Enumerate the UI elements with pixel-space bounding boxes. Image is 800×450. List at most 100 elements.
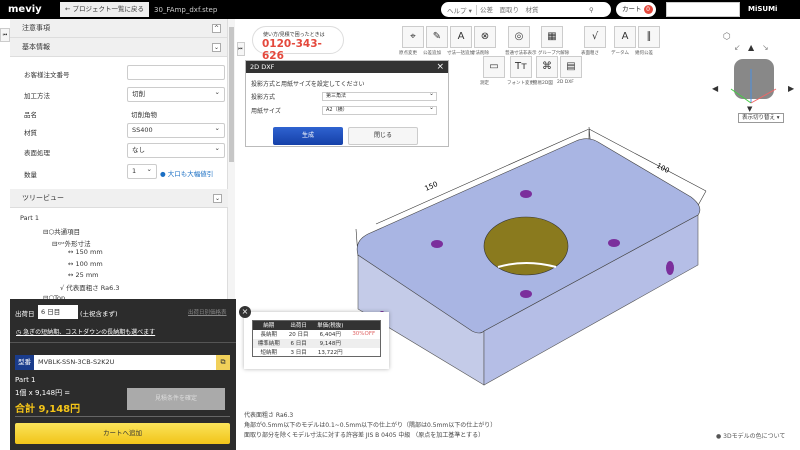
lead-time-price-table: 納期 出荷日 単価(税抜) 長納期 20 日目 6,404円 30%OFF 標準納期 6 日… [252,320,381,357]
confirm-quote-button[interactable]: 見積条件を確定 [127,388,225,410]
process-select[interactable]: 切削 [127,86,225,102]
tree-item[interactable]: √ 代表面粗さ Ra6.3 [60,282,119,292]
cell: 9,148円 [312,338,348,348]
tree-label: 150 mm [75,248,103,256]
search-bar: ヘルプ ▾ ⚲ [441,2,611,17]
svg-text:⬡: ⬡ [723,32,731,42]
svg-text:▼: ▼ [747,105,753,113]
cell: 短納期 [260,349,277,356]
tree-item[interactable]: ↔ 25 mm [68,271,99,279]
product-name-value: 切削角物 [131,111,157,119]
side-hole[interactable] [666,261,674,275]
tree-item[interactable]: Part 1 [20,214,39,222]
ship-note: (土祝含まず) [80,310,118,318]
svg-text:↘: ↘ [762,43,769,52]
material-select[interactable]: SS400 [127,122,225,138]
tree-label: 外形寸法 [64,240,91,248]
column-header: 単価(税抜) [312,320,348,330]
cell: 6,404円 [319,332,341,338]
close-icon[interactable]: × [239,306,251,318]
paper-size-label: 用紙サイズ [251,108,281,115]
part-number-label: 型番 [15,355,34,370]
model-notes: 代表面粗さ Ra6.3 角部が0.5mm以下のモデルは0.1~0.5mm以下の仕… [244,411,496,441]
price-popup: × 納期 出荷日 単価(税抜) 長納期 20 日目 6,404円 30%OFF 標準納期 6… [239,306,389,369]
field-label: 数量 [24,171,37,179]
cell: 13,722円 [317,349,343,356]
collapse-sidebar-icon[interactable]: ⏮ [0,28,10,42]
discount-badge: 30%OFF [352,331,376,337]
cell: 20 日目 [288,332,309,338]
feature-hole[interactable] [608,239,620,247]
add-to-cart-button[interactable]: カートへ追加 [15,423,230,444]
tree-label: 代表面粗さ Ra6.3 [66,284,120,292]
surface-treatment-select[interactable]: なし [127,142,225,158]
bulk-discount-link[interactable]: ● 大口も大幅値引 [160,168,213,178]
dim-label[interactable]: 100 [655,162,671,175]
unit-price: 1個 x 9,148円 = [15,389,71,397]
column-header: 納期 [252,320,285,330]
cart-button[interactable]: カート 0 [616,2,656,17]
feature-hole[interactable] [520,190,532,198]
column-header [347,320,381,330]
tree-item[interactable]: ↔ 100 mm [68,260,103,268]
field-label: 加工方法 [24,92,50,100]
note-line: 面取り部分を除くモデル寸法に対する許容差 JIS B 0405 中級 （原点を加… [244,432,485,439]
chevron-down-icon[interactable]: ⌄ [212,43,221,52]
field-label: お客様注文番号 [24,71,70,79]
close-button[interactable]: 閉じる [348,127,418,145]
chevron-down-icon[interactable]: ⌄ [213,194,222,203]
quantity-select[interactable]: 1 [127,163,157,179]
close-icon[interactable]: × [436,61,444,73]
cell [347,338,381,348]
copy-icon[interactable]: ⧉ [216,355,230,370]
svg-text:↙: ↙ [734,43,741,52]
account-select[interactable] [666,2,740,17]
tree-item[interactable]: ⊟ᵡʸᶻ外形寸法 [52,238,91,248]
lead-time-link[interactable]: ◷ 急ぎの短納期、コストダウンの長納期も選べます [16,327,155,336]
field-label: 表面処理 [24,149,50,157]
tree-label: 25 mm [75,271,99,279]
order-number-input[interactable] [127,65,225,80]
column-header: 出荷日 [284,320,313,330]
dim-label[interactable]: 150 [424,180,439,193]
feature-hole[interactable] [520,290,532,298]
dialog-header: 2D DXF × [246,61,448,73]
generate-button[interactable]: 生成 [273,127,343,145]
search-input[interactable] [477,5,589,14]
meviy-logo[interactable]: meviy [8,4,60,15]
search-icon[interactable]: ⚲ [589,6,594,14]
model-color-link[interactable]: ● 3Dモデルの色について [716,431,785,440]
link-text: 大口も大幅値引 [167,170,214,178]
section-basic[interactable]: 基本情報 ⌄ [10,38,227,57]
sidebar-scrollbar[interactable] [228,19,235,299]
tree-item[interactable]: ↔ 150 mm [68,248,103,256]
svg-text:▲: ▲ [748,43,755,52]
projection-select[interactable]: 第三角法 [322,90,437,101]
tree-label: 共通項目 [54,228,81,236]
section-title: 注意事項 [22,24,50,32]
view-cube[interactable]: ⬡ ↙ ▲ ↘ ◀ ▶ ▼ [712,32,795,113]
cart-label: カート [622,5,642,13]
chevron-up-icon[interactable]: ^ [212,24,221,33]
ship-label: 出荷日 [15,310,35,318]
ship-date-select[interactable]: 6 日目 [38,305,78,319]
projection-label: 投影方式 [251,94,276,101]
table-row[interactable]: 標準納期 6 日目 9,148円 [252,338,381,348]
section-title: 基本情報 [22,43,50,51]
section-tree[interactable]: ツリービュー ⌄ [10,189,228,208]
cart-count-badge: 0 [643,5,653,14]
cell: 3 日目 [290,349,307,356]
tree-item[interactable]: ⊟⬡共通項目 [43,226,80,236]
table-row[interactable]: 長納期 20 日目 6,404円 30%OFF [253,330,381,339]
table-row[interactable]: 短納期 3 日目 13,722円 [253,348,381,357]
paper-size-select[interactable]: A2（横） [322,104,437,115]
part-name: Part 1 [15,376,36,384]
feature-hole[interactable] [431,240,443,248]
back-to-projects-button[interactable]: ← プロジェクト一覧に戻る [60,2,150,17]
section-notes[interactable]: 注意事項 ^ [10,19,227,38]
display-toggle-dropdown[interactable]: 表示切り替え ▾ [738,113,784,123]
help-dropdown[interactable]: ヘルプ ▾ [441,4,477,15]
ship-price-table-link[interactable]: 出荷日別価格表 [188,308,227,316]
dialog-title: 2D DXF [250,63,275,71]
misumi-logo[interactable]: MiSUMi [748,5,777,13]
